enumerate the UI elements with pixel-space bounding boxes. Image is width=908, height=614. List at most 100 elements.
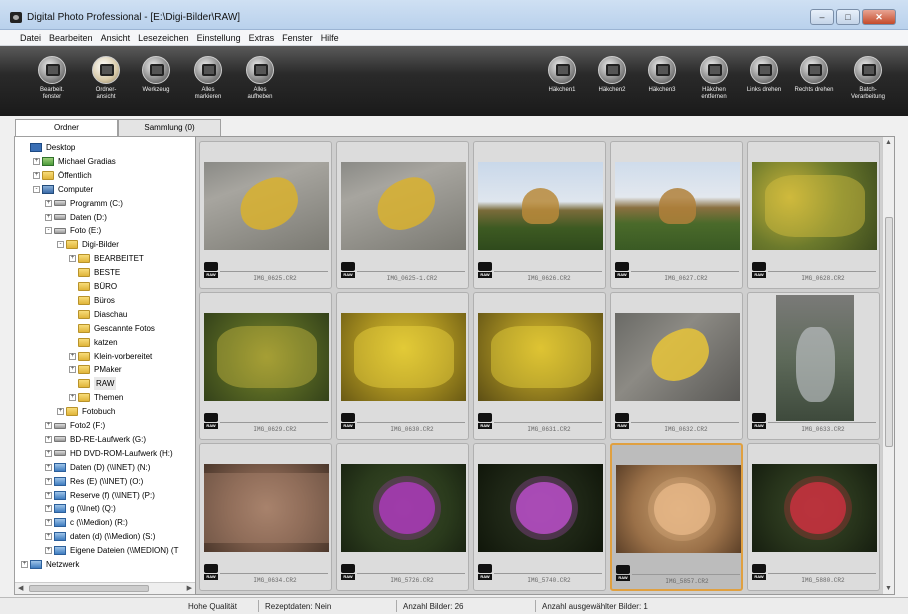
tree-item[interactable]: - Computer xyxy=(33,183,93,196)
tree-item[interactable]: BÜRO xyxy=(69,280,117,293)
rotate-left-button[interactable]: Links drehen xyxy=(742,56,786,94)
expand-icon[interactable]: + xyxy=(45,505,52,513)
tree-item[interactable]: Desktop xyxy=(21,141,75,154)
thumbnail-image[interactable] xyxy=(204,162,329,250)
folder-tree[interactable]: ◀ ▶ Desktop + Michael Gradias + Öffentlich - C… xyxy=(14,136,196,595)
thumbnail-cell[interactable]: RAW IMG_0631.CR2 xyxy=(473,292,606,440)
tree-item[interactable]: + HD DVD-ROM-Laufwerk (H:) xyxy=(45,447,173,460)
thumbnail-cell[interactable]: RAW IMG_5740.CR2 xyxy=(473,443,606,591)
tree-item[interactable]: Diaschau xyxy=(69,308,127,321)
thumbnail-cell[interactable]: RAW IMG_5726.CR2 xyxy=(336,443,469,591)
thumbnail-cell[interactable]: RAW IMG_0629.CR2 xyxy=(199,292,332,440)
thumbnail-cell[interactable]: RAW IMG_0625-1.CR2 xyxy=(336,141,469,289)
menu-hilfe[interactable]: Hilfe xyxy=(321,30,339,45)
tree-item[interactable]: BESTE xyxy=(69,266,120,279)
tab-ordner[interactable]: Ordner xyxy=(15,119,118,136)
expand-icon[interactable]: + xyxy=(45,533,52,541)
thumbnail-image[interactable] xyxy=(752,464,877,552)
expand-icon[interactable]: + xyxy=(69,394,76,402)
thumbnail-cell[interactable]: RAW IMG_0632.CR2 xyxy=(610,292,743,440)
tree-item[interactable]: + Programm (C:) xyxy=(45,197,123,210)
tree-item[interactable]: + Öffentlich xyxy=(33,169,92,182)
remove-check-button[interactable]: Häkchen entfernen xyxy=(692,56,736,101)
thumbnail-cell[interactable]: RAW IMG_0627.CR2 xyxy=(610,141,743,289)
expand-icon[interactable]: + xyxy=(45,199,52,207)
clear-all-button[interactable]: Alles aufheben xyxy=(238,56,282,101)
thumbnail-cell[interactable]: RAW IMG_0633.CR2 xyxy=(747,292,880,440)
thumbnail-cell[interactable]: RAW IMG_0628.CR2 xyxy=(747,141,880,289)
menu-ansicht[interactable]: Ansicht xyxy=(101,30,131,45)
scroll-up-icon[interactable]: ▲ xyxy=(885,139,892,146)
expand-icon[interactable]: + xyxy=(69,255,76,263)
tree-item[interactable]: + Michael Gradias xyxy=(33,155,116,168)
thumbnail-grid[interactable]: ▲ ▼ RAW IMG_0625.CR2 RAW IMG_0625-1.CR2 RAW I… xyxy=(195,136,895,595)
menu-einstellung[interactable]: Einstellung xyxy=(197,30,241,45)
thumbnail-image[interactable] xyxy=(341,313,466,401)
expand-icon[interactable]: + xyxy=(21,561,28,568)
expand-icon[interactable]: + xyxy=(69,366,76,374)
thumbnail-image[interactable] xyxy=(615,313,740,401)
tree-item[interactable]: + Reserve (f) (\\INET) (P:) xyxy=(45,489,155,502)
tree-item[interactable]: + Daten (D) (\\INET) (N:) xyxy=(45,461,150,474)
close-button[interactable]: ✕ xyxy=(862,9,896,25)
expand-icon[interactable]: + xyxy=(45,463,52,471)
menu-bearbeiten[interactable]: Bearbeiten xyxy=(49,30,93,45)
tree-item[interactable]: + g (\\Inet) (Q:) xyxy=(45,502,116,515)
grid-scroll-thumb[interactable] xyxy=(885,217,893,447)
tab-sammlung[interactable]: Sammlung (0) xyxy=(118,119,221,136)
tree-item[interactable]: + BD-RE-Laufwerk (G:) xyxy=(45,433,146,446)
tree-item[interactable]: + Res (E) (\\INET) (O:) xyxy=(45,475,143,488)
tree-item[interactable]: - Digi-Bilder xyxy=(57,238,119,251)
tree-item[interactable]: katzen xyxy=(69,336,118,349)
tree-item[interactable]: + BEARBEITET xyxy=(69,252,144,265)
thumbnail-image[interactable] xyxy=(615,162,740,250)
thumbnail-image[interactable] xyxy=(204,464,329,552)
edit-window-button[interactable]: Bearbeit. fenster xyxy=(30,56,74,101)
menu-lesezeichen[interactable]: Lesezeichen xyxy=(138,30,189,45)
check-mark-1-button[interactable]: Häkchen1 xyxy=(540,56,584,94)
tree-item[interactable]: + PMaker xyxy=(69,363,122,376)
expand-icon[interactable]: + xyxy=(69,352,76,360)
menu-datei[interactable]: Datei xyxy=(20,30,41,45)
tree-horizontal-scrollbar[interactable]: ◀ ▶ xyxy=(15,582,195,594)
menu-extras[interactable]: Extras xyxy=(249,30,275,45)
tree-item[interactable]: - Foto (E:) xyxy=(45,224,101,237)
thumbnail-image[interactable] xyxy=(341,162,466,250)
folder-view-button[interactable]: Ordner- ansicht xyxy=(84,56,128,101)
thumbnail-image[interactable] xyxy=(776,295,854,421)
expand-icon[interactable]: + xyxy=(45,422,52,429)
tree-item[interactable]: + daten (d) (\\Medion) (S:) xyxy=(45,530,155,543)
expand-icon[interactable]: + xyxy=(33,157,40,165)
thumbnail-image[interactable] xyxy=(341,464,466,552)
expand-icon[interactable]: + xyxy=(45,491,52,499)
expand-icon[interactable]: + xyxy=(45,213,52,221)
expand-icon[interactable]: + xyxy=(45,547,52,555)
tree-item[interactable]: + Fotobuch xyxy=(57,405,115,418)
tree-item[interactable]: + Netzwerk xyxy=(21,558,79,571)
expand-icon[interactable]: + xyxy=(45,477,52,485)
thumbnail-image[interactable] xyxy=(478,313,603,401)
collapse-icon[interactable]: - xyxy=(33,185,40,193)
tree-item[interactable]: RAW xyxy=(69,377,117,391)
tree-item[interactable]: + Foto2 (F:) xyxy=(45,419,105,432)
thumbnail-cell[interactable]: RAW IMG_0626.CR2 xyxy=(473,141,606,289)
tree-item[interactable]: Gescannte Fotos xyxy=(69,322,155,335)
expand-icon[interactable]: + xyxy=(45,435,52,443)
expand-icon[interactable]: + xyxy=(45,449,52,457)
maximize-button[interactable]: □ xyxy=(836,9,860,25)
thumbnail-image[interactable] xyxy=(204,313,329,401)
thumbnail-cell[interactable]: RAW IMG_0630.CR2 xyxy=(336,292,469,440)
tree-item[interactable]: Büros xyxy=(69,294,115,307)
thumbnail-image[interactable] xyxy=(478,464,603,552)
select-all-button[interactable]: Alles markieren xyxy=(186,56,230,101)
check-mark-3-button[interactable]: Häkchen3 xyxy=(640,56,684,94)
tool-palette-button[interactable]: Werkzeug xyxy=(134,56,178,94)
tree-item[interactable]: + Klein-vorbereitet xyxy=(69,350,152,363)
tree-scroll-thumb[interactable] xyxy=(29,585,149,592)
tree-item[interactable]: + Themen xyxy=(69,391,123,404)
expand-icon[interactable]: + xyxy=(33,171,40,179)
rotate-right-button[interactable]: Rechts drehen xyxy=(792,56,836,94)
expand-icon[interactable]: + xyxy=(57,408,64,416)
thumbnail-cell[interactable]: RAW IMG_5880.CR2 xyxy=(747,443,880,591)
check-mark-2-button[interactable]: Häkchen2 xyxy=(590,56,634,94)
